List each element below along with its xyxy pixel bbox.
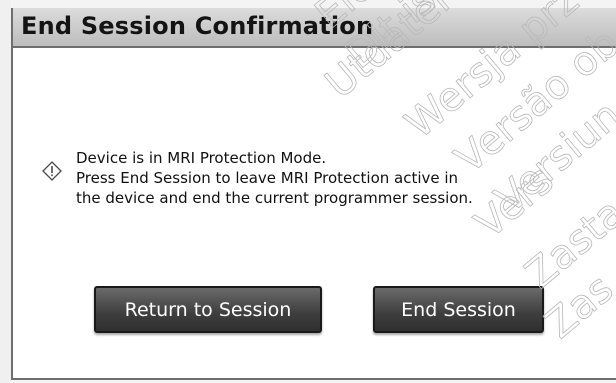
- message-line: Device is in MRI Protection Mode.: [76, 149, 327, 167]
- message-line: Press End Session to leave MRI Protectio…: [76, 169, 459, 187]
- background-edge: [0, 0, 11, 383]
- dialog-message: Device is in MRI Protection Mode. Press …: [76, 148, 473, 208]
- dialog-title: End Session Confirmation: [21, 12, 374, 40]
- dialog-title-bar: End Session Confirmation: [13, 8, 616, 48]
- end-session-dialog: End Session Confirmation Device is in MR…: [11, 8, 616, 380]
- screen: End Session Confirmation Device is in MR…: [0, 0, 616, 383]
- end-session-button[interactable]: End Session: [373, 286, 544, 333]
- message-line: the device and end the current programme…: [76, 189, 473, 207]
- warning-diamond-icon: [42, 161, 62, 181]
- return-to-session-button[interactable]: Return to Session: [94, 286, 322, 333]
